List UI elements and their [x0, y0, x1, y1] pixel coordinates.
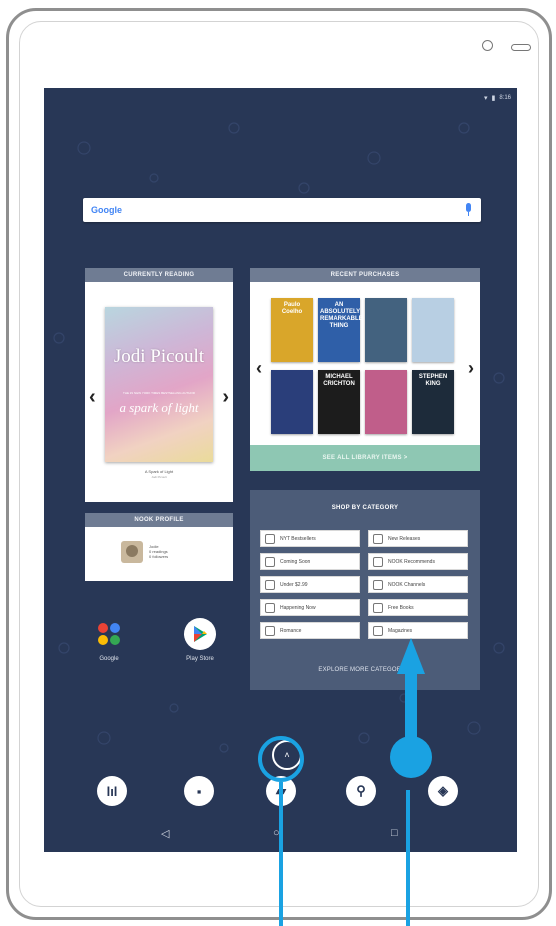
category-button[interactable]: Happening Now — [260, 599, 360, 616]
shop-bag-icon[interactable]: ▪ — [184, 776, 214, 806]
mic-icon[interactable] — [466, 203, 471, 216]
tag-icon — [265, 579, 275, 590]
category-button[interactable]: NOOK Channels — [368, 576, 468, 593]
search-icon[interactable]: ⚲ — [346, 776, 376, 806]
category-button[interactable]: Free Books — [368, 599, 468, 616]
play-store-app[interactable]: Play Store — [175, 618, 225, 662]
app-label-play-store: Play Store — [186, 656, 214, 662]
home-screen: ▾ ▮ 8:16 Google CURRENTLY READING Jodi P… — [44, 88, 517, 852]
chevron-left-icon[interactable]: ‹ — [256, 358, 262, 379]
badge-icon — [373, 556, 383, 567]
book-cover[interactable]: Jodi Picoult THE #1 NEW YORK TIMES BESTS… — [105, 307, 213, 462]
status-time: 8:16 — [499, 95, 511, 101]
chevron-right-icon[interactable]: › — [468, 358, 474, 379]
category-label: Magazines — [388, 627, 413, 634]
recent-purchases-widget[interactable]: RECENT PURCHASES Paulo Coelho AN ABSOLUTE… — [250, 268, 480, 471]
avatar — [121, 541, 143, 563]
cover-author: Jodi Picoult — [113, 346, 205, 367]
book-title-text: MICHAEL CRICHTON — [323, 374, 355, 387]
app-label-google: Google — [99, 656, 119, 662]
explore-more-link[interactable]: EXPLORE MORE CATEGORIES — [250, 667, 480, 673]
category-label: NYT Bestsellers — [280, 535, 316, 542]
google-folder-icon — [93, 618, 125, 650]
status-bar: ▾ ▮ 8:16 — [484, 94, 511, 102]
nook-profile-header: NOOK PROFILE — [85, 513, 233, 527]
chevron-left-icon[interactable]: ‹ — [89, 386, 96, 409]
purchased-book[interactable]: AN ABSOLUTELY REMARKABLE THING — [318, 298, 363, 362]
calendar-icon — [265, 556, 275, 567]
recent-purchases-header: RECENT PURCHASES — [250, 268, 480, 282]
nook-logo-icon[interactable]: ◈ — [428, 776, 458, 806]
wifi-icon: ▾ — [483, 95, 488, 102]
category-grid: NYT Bestsellers New Releases Coming Soon NO… — [260, 530, 470, 639]
category-label: New Releases — [388, 535, 421, 542]
free-icon — [373, 602, 383, 613]
category-button[interactable]: NYT Bestsellers — [260, 530, 360, 547]
purchased-book[interactable] — [412, 298, 454, 362]
cover-tagline: THE #1 NEW YORK TIMES BESTSELLING AUTHOR — [123, 391, 195, 395]
magazine-icon — [373, 625, 383, 636]
purchased-book[interactable]: MICHAEL CRICHTON — [318, 370, 360, 434]
purchased-book[interactable] — [271, 370, 313, 434]
document-icon — [373, 533, 383, 544]
category-button[interactable]: Under $2.99 — [260, 576, 360, 593]
purchased-book[interactable] — [365, 298, 407, 362]
chevron-right-icon[interactable]: › — [222, 386, 229, 409]
dock: lıl ▪ ▰ ⚲ ◈ — [44, 776, 517, 816]
list-icon — [265, 533, 275, 544]
category-label: Under $2.99 — [280, 581, 308, 588]
shop-header: SHOP BY CATEGORY — [331, 505, 399, 511]
category-button[interactable]: NOOK Recommends — [368, 553, 468, 570]
book-caption-author: Jodi Picoult — [151, 475, 167, 479]
front-camera — [482, 40, 493, 51]
book-caption-title: A Spark of Light — [144, 469, 174, 474]
purchased-book[interactable] — [365, 370, 407, 434]
currently-reading-widget[interactable]: CURRENTLY READING Jodi Picoult THE #1 NE… — [85, 268, 233, 502]
category-label: NOOK Recommends — [388, 558, 435, 565]
category-button[interactable]: Romance — [260, 622, 360, 639]
book-title-text: AN ABSOLUTELY REMARKABLE THING — [320, 302, 363, 329]
channel-icon — [373, 579, 383, 590]
see-all-library-button[interactable]: SEE ALL LIBRARY ITEMS > — [250, 445, 480, 471]
google-folder[interactable]: Google — [84, 618, 134, 662]
currently-reading-header: CURRENTLY READING — [85, 268, 233, 282]
back-icon[interactable]: ◁ — [161, 827, 169, 840]
google-search-bar[interactable]: Google — [83, 198, 481, 222]
play-store-icon — [184, 618, 216, 650]
android-nav-bar: ◁ ○ □ — [44, 822, 517, 852]
home-icon[interactable]: ○ — [273, 827, 280, 839]
google-label: Google — [91, 205, 122, 215]
category-button[interactable]: New Releases — [368, 530, 468, 547]
shop-by-category-widget: SHOP BY CATEGORY NYT Bestsellers New Rele… — [250, 490, 480, 690]
purchased-book[interactable]: STEPHEN KING — [412, 370, 454, 434]
category-label: Romance — [280, 627, 302, 634]
purchased-book[interactable]: Paulo Coelho — [271, 298, 313, 362]
nook-profile-widget[interactable]: NOOK PROFILE Jodie 0 readings 0 follower… — [85, 513, 233, 581]
category-button[interactable]: Magazines — [368, 622, 468, 639]
cover-title: a spark of light — [119, 400, 199, 415]
category-label: Coming Soon — [280, 558, 311, 565]
book-title-text: STEPHEN KING — [418, 374, 448, 387]
category-label: NOOK Channels — [388, 581, 426, 588]
profile-line2: 0 followers — [149, 554, 169, 559]
category-label: Happening Now — [280, 604, 316, 611]
heart-icon — [265, 625, 275, 636]
nook-icon[interactable]: ▰ — [266, 776, 296, 806]
battery-icon: ▮ — [491, 95, 496, 102]
book-title-text: Paulo Coelho — [281, 302, 303, 315]
recents-icon[interactable]: □ — [391, 827, 398, 839]
category-button[interactable]: Coming Soon — [260, 553, 360, 570]
light-sensor — [511, 44, 531, 51]
app-drawer-chevron-up-icon[interactable]: ˄ — [272, 740, 302, 770]
library-icon[interactable]: lıl — [97, 776, 127, 806]
bulb-icon — [265, 602, 275, 613]
category-label: Free Books — [388, 604, 414, 611]
